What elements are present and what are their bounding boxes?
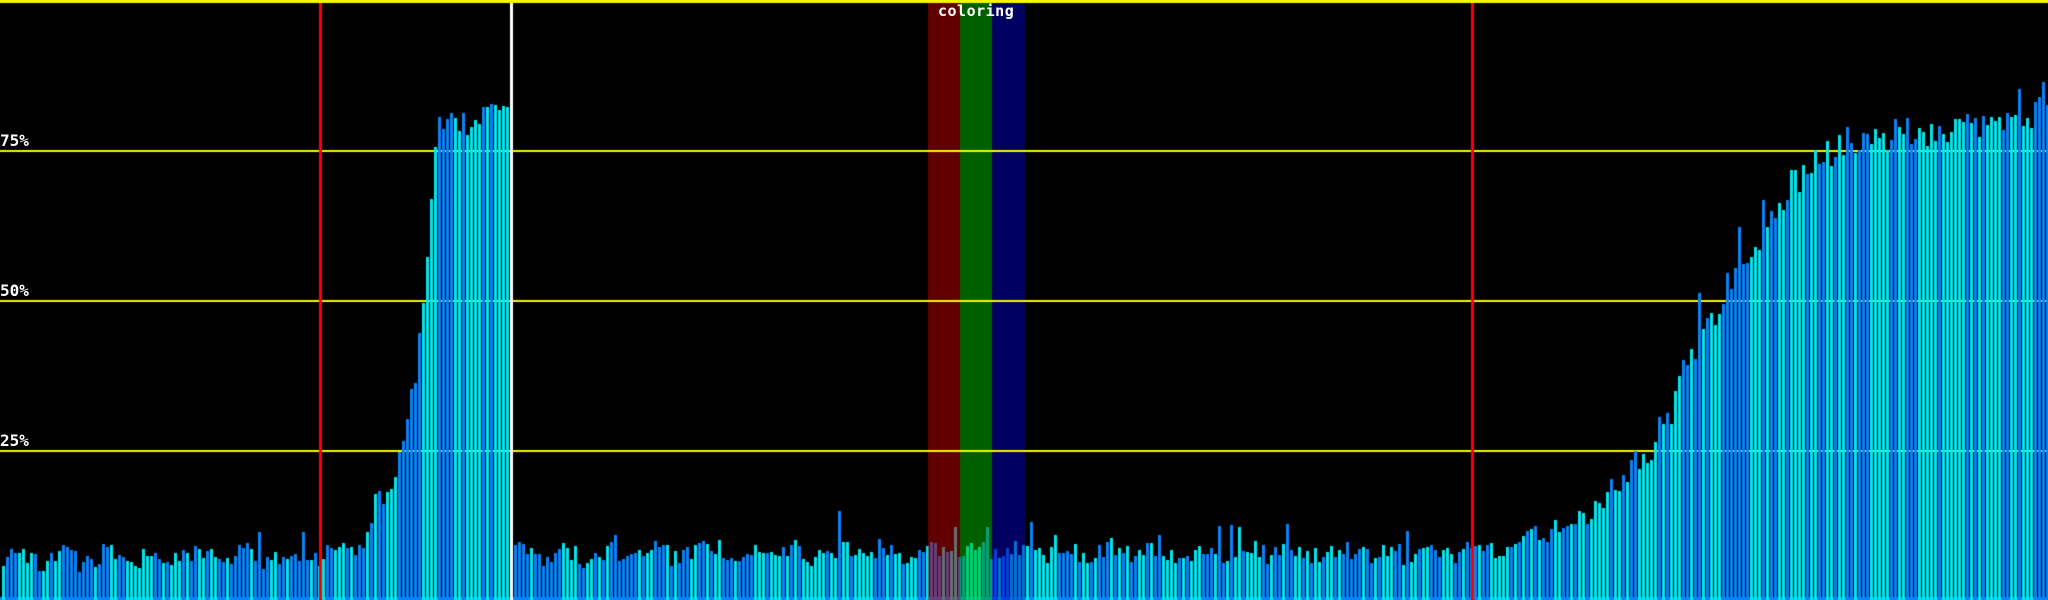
waveform-scope: 75% 50% 25% coloring [0, 0, 2048, 600]
y-axis-label-50: 50% [0, 281, 29, 300]
coloring-band-label: coloring [938, 2, 1015, 20]
waveform-canvas [0, 0, 2048, 600]
y-axis-label-25: 25% [0, 431, 29, 450]
y-axis-label-75: 75% [0, 131, 29, 150]
